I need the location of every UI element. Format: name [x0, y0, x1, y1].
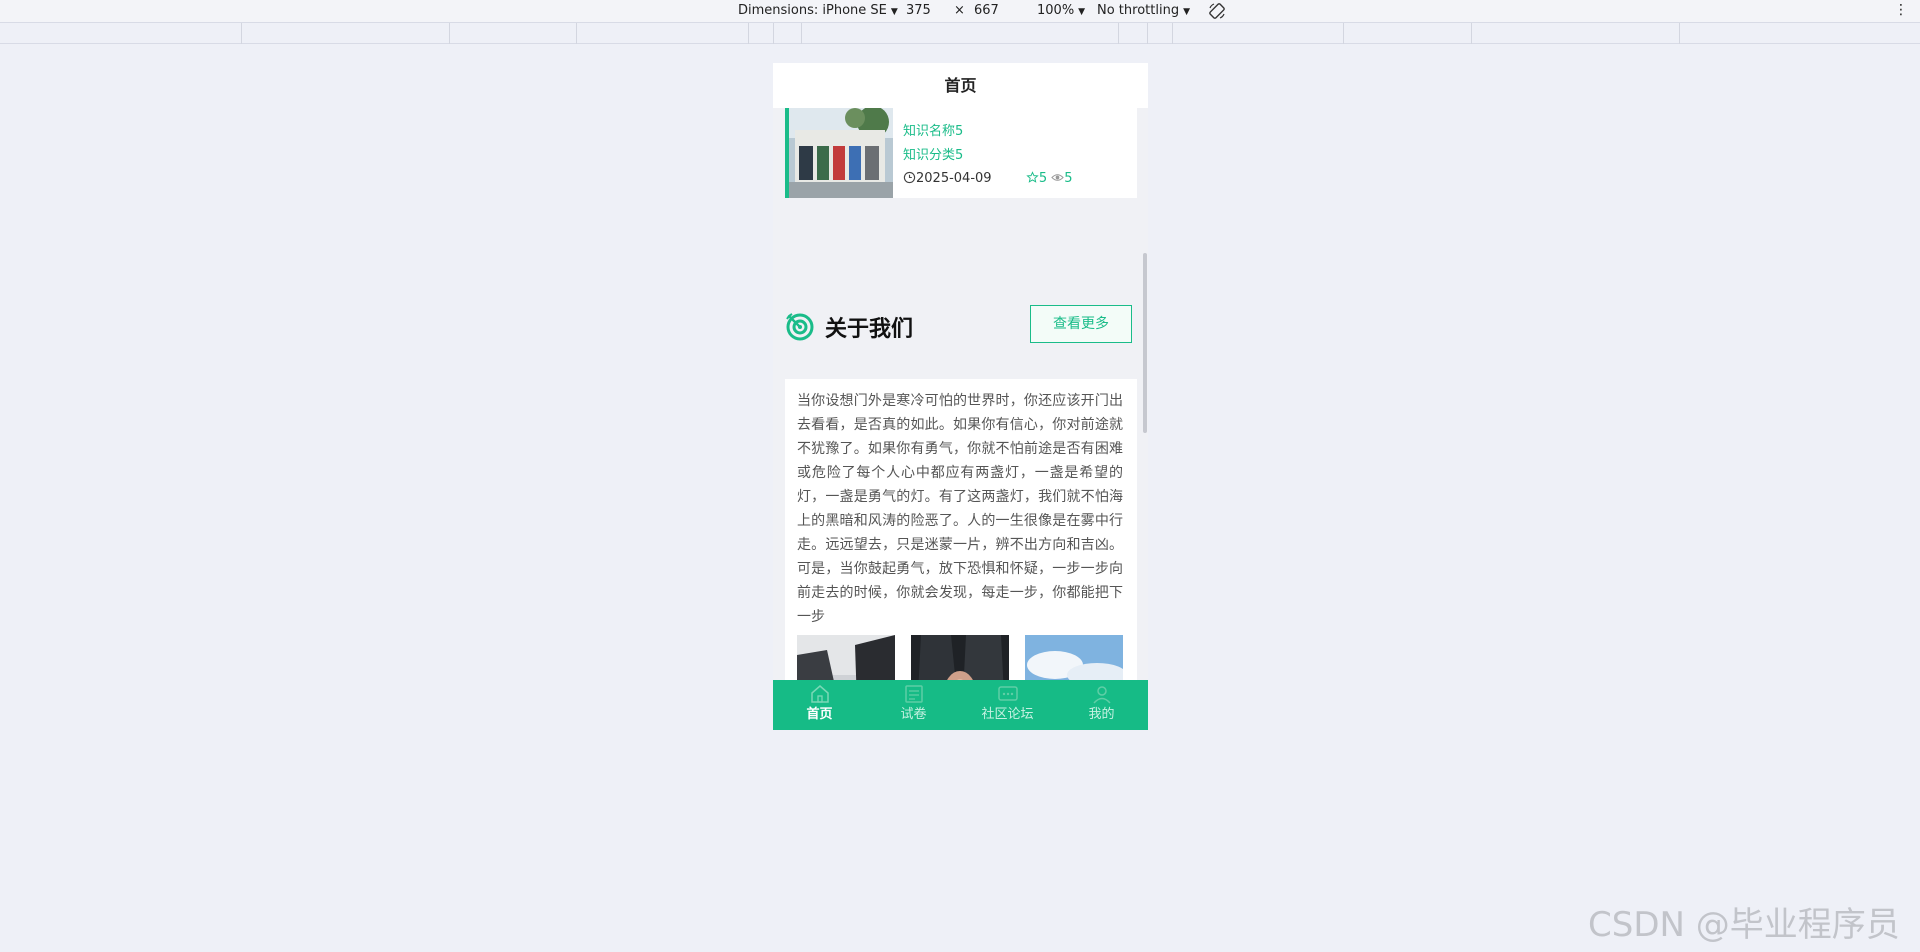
view-more-button[interactable]: 查看更多: [1030, 305, 1132, 343]
scrollbar-thumb[interactable]: [1143, 253, 1147, 433]
media-query-ruler: [0, 22, 1920, 44]
ruler-tick: [1471, 23, 1472, 44]
more-options-icon[interactable]: ⋮: [1894, 2, 1908, 18]
tab-mine[interactable]: 我的: [1055, 680, 1148, 730]
knowledge-info: 知识名称5 知识分类5 2025-04-09 5 5: [903, 120, 1073, 190]
star-icon: [1026, 171, 1039, 183]
ruler-tick: [773, 23, 774, 44]
about-title: 关于我们: [825, 317, 914, 342]
forum-icon: [997, 686, 1018, 701]
gallery-image[interactable]: [797, 635, 895, 680]
about-text: 当你设想门外是寒冷可怕的世界时，你还应该开门出去看看，是否真的如此。如果你有信心…: [797, 393, 1123, 625]
rotate-icon[interactable]: [1208, 2, 1226, 20]
knowledge-date: 2025-04-09: [916, 171, 992, 186]
tab-home[interactable]: 首页: [773, 680, 866, 730]
throttling-select[interactable]: No throttling ▼: [1097, 3, 1190, 18]
eye-icon: [1051, 174, 1064, 181]
ruler-tick: [1343, 23, 1344, 44]
target-icon: [786, 313, 814, 341]
user-icon: [1092, 686, 1111, 704]
knowledge-likes: 5: [1038, 171, 1048, 186]
knowledge-thumbnail: [789, 108, 893, 198]
chevron-down-icon: ▼: [1078, 7, 1086, 17]
ruler-tick: [801, 23, 802, 44]
knowledge-meta: 2025-04-09 5 5: [903, 168, 1073, 190]
mobile-viewport: 首页 知识名称5 知识分类5 2025-04-09 5 5 关于我们 查看更多 …: [773, 63, 1148, 730]
tab-label: 我的: [1088, 707, 1115, 722]
dimension-separator: ×: [954, 3, 965, 18]
tab-label: 试卷: [900, 707, 927, 722]
ruler-tick: [449, 23, 450, 44]
knowledge-views: 5: [1064, 171, 1073, 186]
tab-forum[interactable]: 社区论坛: [961, 680, 1054, 730]
ruler-tick: [748, 23, 749, 44]
chevron-down-icon: ▼: [890, 7, 898, 17]
home-scroll-area[interactable]: 知识名称5 知识分类5 2025-04-09 5 5 关于我们 查看更多 当你设…: [773, 108, 1148, 680]
gallery-image[interactable]: [911, 635, 1009, 680]
viewport-height-input[interactable]: 667: [974, 3, 999, 18]
gallery-image[interactable]: [1025, 635, 1123, 680]
tab-label: 首页: [806, 707, 833, 722]
devtools-device-toolbar: Dimensions: iPhone SE ▼ 375 × 667 100% ▼ N…: [0, 0, 1920, 22]
tab-exam[interactable]: 试卷: [867, 680, 960, 730]
tab-label: 社区论坛: [981, 707, 1034, 722]
home-icon: [810, 685, 829, 703]
zoom-select[interactable]: 100% ▼: [1037, 3, 1085, 18]
ruler-tick: [1147, 23, 1148, 44]
viewport-width-input[interactable]: 375: [906, 3, 931, 18]
page-title: 首页: [773, 63, 1148, 108]
clock-icon: [903, 171, 916, 184]
about-content: 当你设想门外是寒冷可怕的世界时，你还应该开门出去看看，是否真的如此。如果你有信心…: [785, 379, 1137, 680]
knowledge-category: 知识分类5: [903, 148, 964, 163]
watermark: CSDN @毕业程序员: [1588, 905, 1900, 945]
ruler-tick: [1118, 23, 1119, 44]
knowledge-card[interactable]: 知识名称5 知识分类5 2025-04-09 5 5: [785, 108, 1137, 198]
ruler-tick: [241, 23, 242, 44]
exam-icon: [904, 685, 923, 703]
about-gallery: [797, 635, 1127, 680]
ruler-tick: [576, 23, 577, 44]
device-dimensions-select[interactable]: Dimensions: iPhone SE ▼: [738, 3, 898, 18]
about-section-header: 关于我们 查看更多: [785, 305, 1137, 345]
knowledge-name: 知识名称5: [903, 124, 964, 139]
ruler-tick: [1172, 23, 1173, 44]
chevron-down-icon: ▼: [1183, 7, 1190, 17]
bottom-tab-bar: 首页 试卷 社区论坛 我的: [773, 680, 1148, 730]
ruler-tick: [1679, 23, 1680, 44]
